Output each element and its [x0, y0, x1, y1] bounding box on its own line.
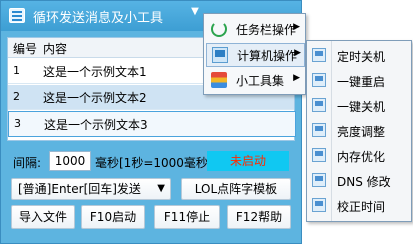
submenu-item-dns[interactable]: DNS 修改	[308, 168, 410, 193]
import-file-button[interactable]: 导入文件	[11, 205, 75, 229]
computer-icon	[312, 48, 326, 62]
computer-submenu: 定时关机 一键重启 一键关机 亮度调整 内存优化 DNS 修改 校正时间	[306, 40, 412, 222]
computer-icon	[312, 198, 326, 212]
submenu-item-restart[interactable]: 一键重启	[308, 68, 410, 93]
lol-template-button[interactable]: LOL点阵字模板	[181, 178, 291, 200]
computer-icon	[312, 98, 326, 112]
computer-icon	[312, 173, 326, 187]
window-title: 循环发送消息及小工具	[33, 11, 164, 26]
submenu-item-shutdown[interactable]: 一键关机	[308, 93, 410, 118]
row-number: 3	[14, 117, 21, 130]
start-button[interactable]: F10启动	[81, 205, 145, 229]
status-badge: 未启动	[207, 151, 289, 171]
submenu-item-label: DNS 修改	[337, 175, 391, 189]
row-text: 这是一个示例文本3	[44, 118, 148, 132]
submenu-item-label: 校正时间	[337, 200, 386, 214]
submenu-item-label: 亮度调整	[337, 125, 386, 139]
menu-item-label: 任务栏操作	[236, 23, 297, 37]
computer-icon	[312, 73, 326, 87]
column-header-number[interactable]: 编号	[13, 40, 37, 57]
submenu-item-label: 一键重启	[337, 75, 386, 89]
app-list-icon	[9, 8, 25, 23]
toolbox-icon	[211, 72, 227, 88]
computer-icon	[312, 123, 326, 137]
chevron-down-icon: ▼	[157, 183, 165, 194]
row-text: 这是一个示例文本2	[43, 91, 147, 105]
interval-input[interactable]: 1000	[49, 151, 91, 171]
interval-hint: 毫秒[1秒=1000毫秒]	[95, 156, 213, 170]
submenu-item-memory[interactable]: 内存优化	[308, 143, 410, 168]
send-mode-select[interactable]: [普通]Enter[回车]发送 ▼	[11, 178, 171, 200]
computer-icon	[312, 148, 326, 162]
row-text: 这是一个示例文本1	[43, 65, 147, 79]
help-button[interactable]: F12帮助	[227, 205, 291, 229]
refresh-icon	[211, 21, 227, 37]
table-row[interactable]: 3 这是一个示例文本3	[8, 111, 296, 137]
interval-label: 间隔:	[13, 156, 42, 170]
submenu-item-label: 一键关机	[337, 100, 386, 114]
menu-item-taskbar[interactable]: 任务栏操作 ▶	[206, 18, 303, 40]
submenu-item-sync-time[interactable]: 校正时间	[308, 193, 410, 218]
menu-item-label: 小工具集	[236, 74, 285, 88]
column-header-content[interactable]: 内容	[43, 40, 67, 57]
menu-item-tools[interactable]: 小工具集 ▶	[206, 69, 303, 91]
computer-icon	[212, 47, 228, 63]
menu-item-label: 计算机操作	[237, 49, 298, 63]
row-number: 2	[13, 90, 20, 103]
submenu-arrow-icon: ▶	[294, 48, 301, 58]
submenu-arrow-icon: ▶	[293, 73, 300, 83]
submenu-arrow-icon: ▶	[293, 22, 300, 32]
send-mode-value: [普通]Enter[回车]发送	[18, 182, 141, 196]
context-menu: 任务栏操作 ▶ 计算机操作 ▶ 小工具集 ▶	[203, 13, 306, 95]
submenu-item-label: 内存优化	[337, 150, 386, 164]
row-number: 1	[13, 64, 20, 77]
submenu-item-timed-shutdown[interactable]: 定时关机	[308, 43, 410, 68]
submenu-item-label: 定时关机	[337, 50, 386, 64]
menu-dropdown-icon[interactable]: ▼	[188, 5, 202, 19]
menu-item-computer[interactable]: 计算机操作 ▶	[206, 43, 305, 67]
submenu-item-brightness[interactable]: 亮度调整	[308, 118, 410, 143]
stop-button[interactable]: F11停止	[154, 205, 220, 229]
